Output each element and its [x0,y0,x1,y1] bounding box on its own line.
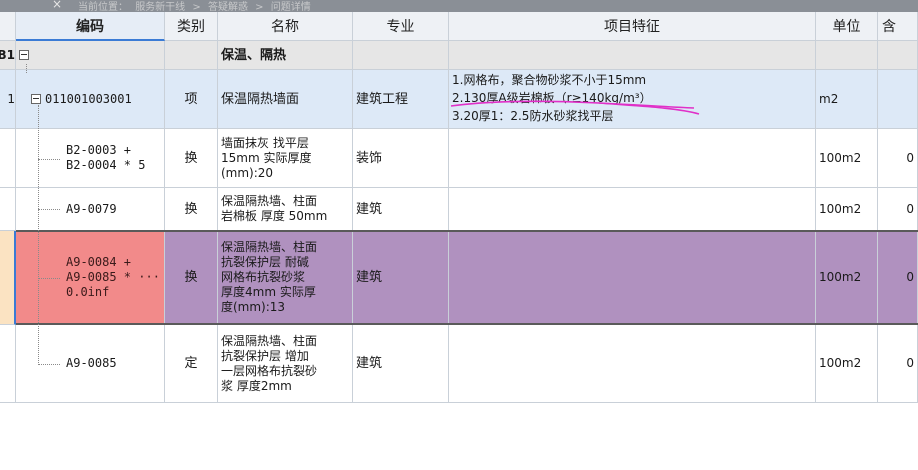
specialty-cell[interactable]: 建筑 [353,325,449,403]
features-cell[interactable] [449,41,816,70]
name-cell[interactable]: 保温隔热墙、柱面 抗裂保护层 增加 一层网格布抗裂砂 浆 厚度2mm [218,325,353,403]
row-number [0,325,16,403]
breadcrumb-sep-1: > [192,2,201,12]
unit-cell[interactable]: 100m2 [816,129,878,188]
collapse-toggle-icon[interactable] [19,50,29,60]
row-number: 1 [0,70,16,129]
close-icon[interactable]: × [52,0,62,11]
unit-cell[interactable]: 100m2 [816,231,878,325]
breadcrumb-sep-2: > [255,2,264,12]
category-cell[interactable] [165,41,218,70]
unit-cell[interactable] [816,41,878,70]
tree-connector [26,64,27,73]
col-header-code[interactable]: 编码 [16,12,165,41]
qty-cell[interactable]: 0 [878,325,918,403]
tree-connector [38,105,39,365]
col-header-name[interactable]: 名称 [218,12,353,41]
name-cell[interactable]: 保温隔热墙、柱面 抗裂保护层 耐碱 网格布抗裂砂浆 厚度4mm 实际厚 度(mm… [218,231,353,325]
code-cell[interactable] [16,41,165,70]
category-cell[interactable]: 换 [165,231,218,325]
category-cell[interactable]: 项 [165,70,218,129]
feature-line: 2.130厚A级岩棉板（r≥140kg/m³） [452,91,652,105]
qty-cell[interactable]: 0 [878,188,918,231]
name-cell[interactable]: 墙面抹灰 找平层 15mm 实际厚度 (mm):20 [218,129,353,188]
category-cell[interactable]: 定 [165,325,218,403]
features-cell[interactable] [449,231,816,325]
qty-cell[interactable]: 0 [878,129,918,188]
features-cell[interactable] [449,325,816,403]
row-number: B1 [0,41,16,70]
qty-cell[interactable]: 0 [878,231,918,325]
collapse-toggle-icon[interactable] [31,94,41,104]
features-cell[interactable] [449,188,816,231]
specialty-cell[interactable] [353,41,449,70]
row-number [0,129,16,188]
specialty-cell[interactable]: 建筑 [353,231,449,325]
unit-cell[interactable]: 100m2 [816,188,878,231]
breadcrumb: 当前位置： 服务新干线 > 答疑解惑 > 问题详情 [78,0,315,12]
tree-connector [38,364,60,365]
specialty-cell[interactable]: 装饰 [353,129,449,188]
breadcrumb-item-2[interactable]: 答疑解惑 [208,2,248,12]
tree-connector [38,278,60,279]
unit-cell[interactable]: m2 [816,70,878,129]
tree-connector [38,209,60,210]
features-cell[interactable] [449,129,816,188]
qty-cell[interactable] [878,70,918,129]
breadcrumb-item-1[interactable]: 服务新干线 [135,2,185,12]
col-header-row-no [0,12,16,41]
row-marker[interactable] [0,231,16,325]
col-header-qty[interactable]: 含 [878,12,918,41]
qty-cell[interactable] [878,41,918,70]
unit-cell[interactable]: 100m2 [816,325,878,403]
col-header-unit[interactable]: 单位 [816,12,878,41]
name-cell[interactable]: 保温、隔热 [218,41,353,70]
bill-grid: 编码 类别 名称 专业 项目特征 单位 含 B1 保温、隔热 1 0110010… [0,12,918,470]
breadcrumb-label: 当前位置： [78,2,128,12]
code-text: 011001003001 [45,91,132,106]
breadcrumb-bar: × 当前位置： 服务新干线 > 答疑解惑 > 问题详情 [0,0,918,12]
category-cell[interactable]: 换 [165,129,218,188]
col-header-features[interactable]: 项目特征 [449,12,816,41]
features-cell[interactable]: 1.网格布，聚合物砂浆不小于15mm 2.130厚A级岩棉板（r≥140kg/m… [449,70,816,129]
name-cell[interactable]: 保温隔热墙、柱面 岩棉板 厚度 50mm [218,188,353,231]
selection-top-border [16,230,918,232]
specialty-cell[interactable]: 建筑 [353,188,449,231]
name-cell[interactable]: 保温隔热墙面 [218,70,353,129]
specialty-cell[interactable]: 建筑工程 [353,70,449,129]
col-header-specialty[interactable]: 专业 [353,12,449,41]
breadcrumb-item-3: 问题详情 [270,2,311,12]
feature-line: 3.20厚1：2.5防水砂浆找平层 [452,109,614,123]
tree-connector [38,159,60,160]
row-number [0,188,16,231]
col-header-category[interactable]: 类别 [165,12,218,41]
feature-line: 1.网格布，聚合物砂浆不小于15mm [452,73,647,87]
category-cell[interactable]: 换 [165,188,218,231]
